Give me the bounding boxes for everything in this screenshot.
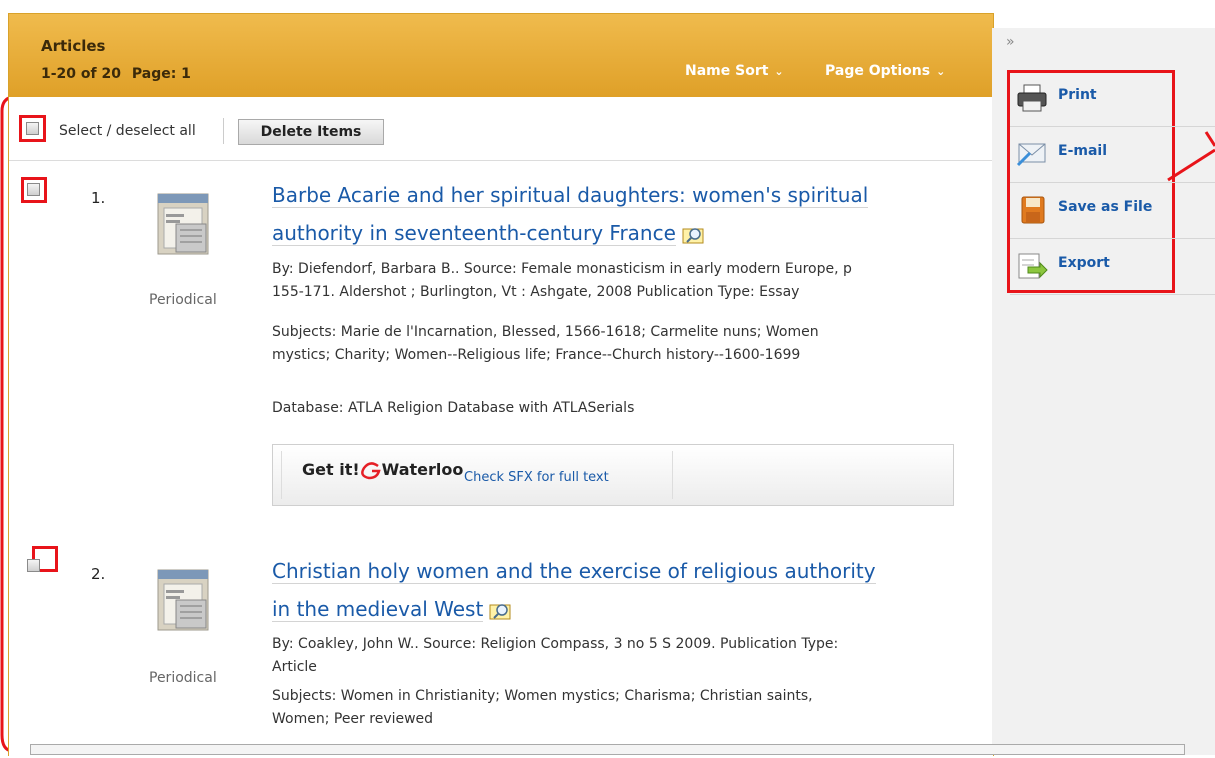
page-number: Page: 1 bbox=[131, 66, 191, 82]
print-label: Print bbox=[1058, 87, 1097, 103]
source-line: Article bbox=[272, 659, 317, 675]
getit-box: Get it! Waterloo Check SFX for full text bbox=[272, 444, 954, 506]
source-line: 155-171. Aldershot ; Burlington, Vt : As… bbox=[272, 284, 800, 300]
subject-line: Subjects: Marie de l'Incarnation, Blesse… bbox=[272, 324, 819, 340]
publication-type: Periodical bbox=[149, 670, 217, 686]
result-item: 2. Periodical Christian holy women and t… bbox=[9, 538, 993, 758]
subject-line: Subjects: Women in Christianity; Women m… bbox=[272, 688, 813, 704]
periodical-icon[interactable] bbox=[152, 560, 218, 640]
result-database: Database: ATLA Religion Database with AT… bbox=[272, 400, 635, 416]
preview-magnifier-icon[interactable] bbox=[682, 226, 706, 244]
chevron-down-icon: ⌄ bbox=[936, 65, 946, 78]
title-line: Christian holy women and the exercise of… bbox=[272, 559, 876, 584]
results-header: Articles 1-20 of 20 Page: 1 Name Sort ⌄ P… bbox=[9, 14, 993, 97]
source-line: By: Diefendorf, Barbara B.. Source: Fema… bbox=[272, 261, 852, 277]
results-panel: Articles 1-20 of 20 Page: 1 Name Sort ⌄ P… bbox=[8, 13, 994, 756]
page-options-label: Page Options bbox=[825, 63, 931, 79]
result-number: 1. bbox=[91, 189, 106, 207]
title-line: Barbe Acarie and her spiritual daughters… bbox=[272, 183, 869, 208]
result-title-link[interactable]: Barbe Acarie and her spiritual daughters… bbox=[272, 176, 952, 252]
result-checkbox[interactable] bbox=[27, 183, 40, 196]
getit-brand[interactable]: Get it! Waterloo bbox=[302, 460, 463, 480]
results-range: 1-20 of 20 Page: 1 bbox=[41, 66, 191, 82]
name-sort-menu[interactable]: Name Sort ⌄ bbox=[685, 63, 784, 79]
expand-sidebar-button[interactable]: » bbox=[1006, 34, 1015, 50]
result-source: By: Diefendorf, Barbara B.. Source: Fema… bbox=[272, 258, 962, 304]
result-subjects: Subjects: Women in Christianity; Women m… bbox=[272, 685, 962, 731]
save-as-file-label: Save as File bbox=[1058, 199, 1153, 215]
name-sort-label: Name Sort bbox=[685, 63, 769, 79]
getit-label: Get it! bbox=[302, 460, 360, 479]
source-line: By: Coakley, John W.. Source: Religion C… bbox=[272, 636, 839, 652]
check-sfx-link[interactable]: Check SFX for full text bbox=[464, 470, 609, 485]
getit-inner: Get it! Waterloo Check SFX for full text bbox=[281, 451, 673, 499]
subject-line: mystics; Charity; Women--Religious life;… bbox=[272, 347, 801, 363]
getit-org: Waterloo bbox=[381, 460, 464, 479]
export-tool[interactable]: Export bbox=[1010, 238, 1215, 295]
delete-items-button[interactable]: Delete Items bbox=[238, 119, 384, 145]
preview-magnifier-icon[interactable] bbox=[489, 602, 513, 620]
save-as-file-tool[interactable]: Save as File bbox=[1010, 182, 1215, 239]
title-line: authority in seventeenth-century France bbox=[272, 221, 676, 246]
select-all-label: Select / deselect all bbox=[59, 123, 196, 139]
publication-type: Periodical bbox=[149, 292, 217, 308]
result-checkbox[interactable] bbox=[27, 559, 40, 572]
annotation-arrow bbox=[1167, 131, 1215, 182]
select-all-checkbox[interactable] bbox=[26, 122, 39, 135]
chevron-down-icon: ⌄ bbox=[774, 65, 784, 78]
result-source: By: Coakley, John W.. Source: Religion C… bbox=[272, 633, 962, 679]
export-icon bbox=[1018, 253, 1048, 279]
result-subjects: Subjects: Marie de l'Incarnation, Blesse… bbox=[272, 321, 962, 367]
result-count: 1-20 of 20 bbox=[41, 66, 121, 82]
results-toolbar: Select / deselect all Delete Items bbox=[9, 112, 993, 161]
print-tool[interactable]: Print bbox=[1010, 70, 1215, 127]
results-title: Articles bbox=[41, 37, 106, 55]
subject-line: Women; Peer reviewed bbox=[272, 711, 434, 727]
divider bbox=[223, 118, 224, 144]
horizontal-scrollbar[interactable] bbox=[30, 744, 1185, 755]
result-number: 2. bbox=[91, 565, 106, 583]
periodical-icon[interactable] bbox=[152, 184, 218, 264]
title-line: in the medieval West bbox=[272, 597, 484, 622]
result-item: 1. Periodical Barbe Acarie and her spiri… bbox=[9, 164, 993, 506]
export-label: Export bbox=[1058, 255, 1110, 271]
printer-icon bbox=[1017, 84, 1047, 112]
email-label: E-mail bbox=[1058, 143, 1108, 159]
envelope-icon bbox=[1016, 143, 1046, 167]
page-options-menu[interactable]: Page Options ⌄ bbox=[825, 63, 945, 79]
waterloo-logo-icon bbox=[360, 461, 381, 479]
result-title-link[interactable]: Christian holy women and the exercise of… bbox=[272, 552, 952, 628]
floppy-disk-icon bbox=[1021, 196, 1045, 224]
